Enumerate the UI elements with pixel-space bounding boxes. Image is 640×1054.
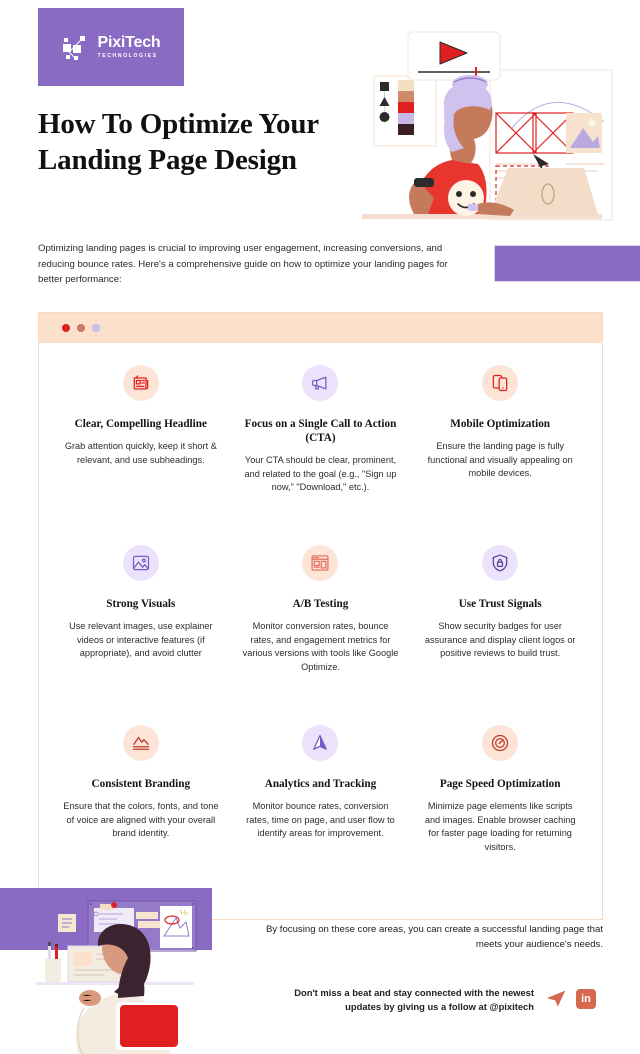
card-ab-testing: A/B Testing Monitor conversion rates, bo… bbox=[231, 545, 411, 725]
card-title: Mobile Optimization bbox=[450, 418, 551, 430]
card-analytics-and-tracking: Analytics and Tracking Monitor bounce ra… bbox=[231, 725, 411, 905]
hero-illustration bbox=[352, 18, 640, 230]
card-page-speed-optimization: Page Speed Optimization Minimize page el… bbox=[410, 725, 590, 905]
card-title: A/B Testing bbox=[292, 598, 349, 610]
brand-logo: PixiTech TECHNOLOGIES bbox=[38, 8, 184, 86]
accent-bar bbox=[494, 245, 640, 282]
closing-statement: By focusing on these core areas, you can… bbox=[265, 924, 603, 950]
network-nodes-icon bbox=[61, 32, 91, 62]
panel-titlebar bbox=[39, 313, 602, 343]
intro-paragraph: Optimizing landing pages is crucial to i… bbox=[38, 243, 448, 285]
page-title: How To Optimize Your Landing Page Design bbox=[38, 108, 319, 176]
shield-lock-icon bbox=[482, 545, 519, 581]
card-strong-visuals: Strong Visuals Use relevant images, use … bbox=[51, 545, 231, 725]
follow-callout: Don't miss a beat and stay connected wit… bbox=[294, 987, 534, 1012]
infographic-page: PixiTech TECHNOLOGIES How To Optimize Yo… bbox=[0, 0, 640, 1054]
mountain-brand-icon bbox=[122, 725, 159, 761]
cards-panel: Clear, Compelling Headline Grab attentio… bbox=[38, 312, 603, 920]
mobile-devices-icon bbox=[482, 365, 519, 401]
card-body: Monitor conversion rates, bounce rates, … bbox=[242, 621, 399, 672]
card-body: Grab attention quickly, keep it short & … bbox=[64, 441, 217, 465]
linkedin-icon[interactable]: in bbox=[576, 988, 596, 1009]
card-title: Strong Visuals bbox=[106, 598, 176, 610]
card-title: Analytics and Tracking bbox=[264, 778, 377, 790]
window-dot-red bbox=[62, 324, 70, 332]
card-title: Clear, Compelling Headline bbox=[74, 418, 207, 430]
footer-illustration bbox=[0, 888, 230, 1054]
card-body: Show security badges for user assurance … bbox=[424, 621, 576, 659]
card-body: Your CTA should be clear, prominent, and… bbox=[244, 455, 397, 493]
card-body: Minimize page elements like scripts and … bbox=[424, 801, 576, 852]
analytics-triangle-icon bbox=[302, 725, 339, 761]
card-body: Use relevant images, use explainer video… bbox=[69, 621, 213, 659]
card-consistent-branding: Consistent Branding Ensure that the colo… bbox=[51, 725, 231, 905]
card-body: Ensure that the colors, fonts, and tone … bbox=[63, 801, 219, 839]
card-mobile-optimization: Mobile Optimization Ensure the landing p… bbox=[410, 365, 590, 545]
card-title: Consistent Branding bbox=[91, 778, 191, 790]
window-dot-lilac bbox=[92, 324, 100, 332]
brand-tagline: TECHNOLOGIES bbox=[97, 52, 158, 59]
speedometer-icon bbox=[482, 725, 519, 761]
brand-name: PixiTech bbox=[97, 33, 161, 51]
card-body: Monitor bounce rates, conversion rates, … bbox=[246, 801, 395, 839]
card-title: Focus on a Single Call to Action (CTA) bbox=[244, 418, 397, 444]
megaphone-icon bbox=[302, 365, 339, 401]
card-single-call-to-action: Focus on a Single Call to Action (CTA) Y… bbox=[231, 365, 411, 545]
window-dot-orange bbox=[77, 324, 85, 332]
card-body: Ensure the landing page is fully functio… bbox=[427, 441, 573, 479]
card-clear-compelling-headline: Clear, Compelling Headline Grab attentio… bbox=[51, 365, 231, 545]
ab-layout-icon bbox=[302, 545, 339, 581]
newspaper-icon bbox=[122, 365, 159, 401]
cards-grid: Clear, Compelling Headline Grab attentio… bbox=[39, 343, 602, 905]
card-use-trust-signals: Use Trust Signals Show security badges f… bbox=[410, 545, 590, 725]
social-links: in bbox=[546, 988, 596, 1009]
card-title: Use Trust Signals bbox=[458, 598, 542, 610]
telegram-icon[interactable] bbox=[546, 988, 567, 1009]
card-title: Page Speed Optimization bbox=[439, 778, 561, 790]
image-picture-icon bbox=[122, 545, 159, 581]
